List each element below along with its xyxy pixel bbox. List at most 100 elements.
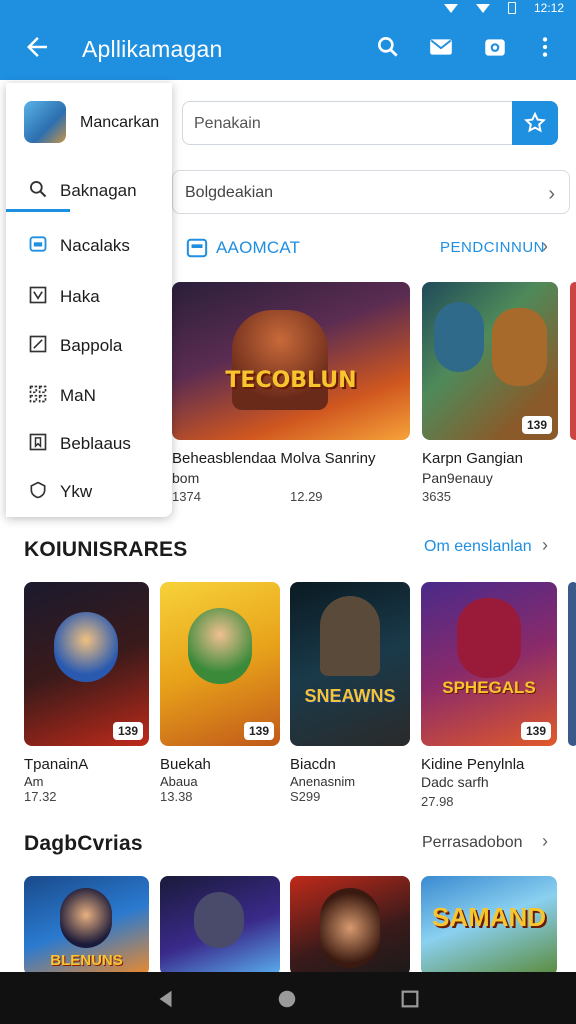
mail-icon[interactable]: [428, 34, 454, 60]
search-bar[interactable]: Penakain: [182, 101, 558, 145]
more-vert-icon[interactable]: [532, 34, 558, 60]
drawer-header-label: Mancarkan: [80, 114, 160, 131]
game-title: Kidine Penylnla: [421, 756, 525, 773]
game-count: S299: [290, 789, 321, 804]
wifi-icon: [475, 3, 490, 13]
game-card[interactable]: SAMAND: [421, 876, 557, 972]
drawer-item-bookmark[interactable]: Beblaaus: [6, 421, 172, 465]
game-count: 17.32: [24, 789, 57, 804]
game-card[interactable]: [160, 876, 280, 972]
drawer-item-search[interactable]: Baknagan: [6, 168, 172, 212]
section-icon: [186, 238, 208, 258]
grid-icon: [29, 385, 47, 403]
game-card[interactable]: 139: [160, 582, 280, 746]
game-card-featured[interactable]: TECOBLUN: [172, 282, 410, 440]
search-input[interactable]: Penakain: [194, 115, 261, 133]
edit-box-icon: [29, 335, 47, 353]
chevron-right-icon[interactable]: ›: [542, 831, 548, 852]
character-art: [320, 888, 380, 968]
character-art: [434, 302, 484, 372]
status-bar: 12:12: [0, 0, 576, 18]
game-art-title: SAMAND: [431, 902, 547, 932]
nav-back-icon[interactable]: [155, 988, 177, 1010]
game-card[interactable]: [290, 876, 410, 972]
drawer-item-check[interactable]: Haka: [6, 274, 172, 318]
game-art-title: TECOBLUN: [225, 368, 357, 393]
drawer-item-label: Haka: [60, 287, 100, 306]
navigation-drawer: Mancarkan Baknagan Nacalaks Haka Bappola…: [6, 83, 172, 517]
game-card[interactable]: SNEAWNS: [290, 582, 410, 746]
star-icon: [524, 111, 546, 133]
chevron-right-icon: ›: [548, 183, 555, 205]
section2-link[interactable]: Om eenslanlan: [424, 538, 532, 556]
store-icon: [29, 236, 47, 252]
character-art: [492, 308, 547, 386]
game-title: Karpn Gangian: [422, 450, 523, 467]
back-arrow-icon[interactable]: [22, 32, 52, 62]
battery-icon: [507, 2, 516, 14]
check-box-icon: [29, 286, 47, 304]
hero-art: [232, 310, 328, 410]
drawer-item-label: Beblaaus: [60, 434, 131, 453]
rating-badge: 139: [520, 722, 551, 740]
game-title: Beheasblendaa Molva Sanriny: [172, 450, 376, 467]
status-time: 12:12: [533, 1, 564, 15]
drawer-item-shield[interactable]: Ykw: [6, 469, 172, 513]
category-row[interactable]: Bolgdeakian ›: [172, 170, 570, 214]
drawer-item-edit[interactable]: Bappola: [6, 323, 172, 367]
game-card[interactable]: SPHEGALS 139: [421, 582, 557, 746]
app-title: Apllikamagan: [82, 36, 223, 62]
character-art: [188, 608, 252, 684]
app-bar: Apllikamagan: [0, 18, 576, 80]
character-art: [60, 888, 112, 948]
game-count: 13.38: [160, 789, 193, 804]
game-title: Biacdn: [290, 756, 336, 773]
rating-badge: 139: [243, 722, 274, 740]
chevron-right-icon[interactable]: ›: [542, 535, 548, 556]
section1-title: AAOMCAT: [216, 238, 301, 257]
game-subtitle: Pan9enauy: [422, 470, 493, 486]
rating-badge: 139: [521, 416, 552, 434]
game-title: Buekah: [160, 756, 211, 773]
game-art-title: BLENUNS: [50, 952, 123, 969]
app-avatar[interactable]: [24, 101, 66, 143]
game-card[interactable]: 139: [24, 582, 149, 746]
drawer-item-label: Ykw: [60, 482, 93, 501]
category-label: Bolgdeakian: [185, 184, 274, 201]
section1-link[interactable]: PENDCINNUN: [440, 239, 545, 256]
drawer-item-store[interactable]: Nacalaks: [6, 223, 172, 267]
section3-title: DagbCvrias: [24, 832, 143, 855]
nav-home-icon[interactable]: [276, 988, 298, 1010]
active-indicator: [6, 209, 70, 212]
character-art: [54, 612, 118, 682]
game-count: 27.98: [421, 794, 454, 809]
rating-badge: 139: [112, 722, 143, 740]
chevron-right-icon[interactable]: ›: [542, 236, 548, 257]
nav-recents-icon[interactable]: [399, 988, 421, 1010]
search-icon[interactable]: [375, 34, 401, 60]
shield-icon: [30, 481, 46, 499]
section3-link[interactable]: Perrasadobon: [422, 834, 523, 852]
game-card-peek[interactable]: [570, 282, 576, 440]
search-icon: [30, 181, 47, 198]
system-nav-bar: [0, 972, 576, 1024]
game-card-peek[interactable]: [568, 582, 576, 746]
camera-icon[interactable]: [482, 34, 508, 60]
search-button[interactable]: [512, 101, 558, 145]
game-subtitle: Am: [24, 774, 44, 789]
drawer-item-label: Baknagan: [60, 181, 137, 200]
character-art: [320, 596, 380, 676]
game-art-title: SNEAWNS: [304, 686, 396, 706]
game-count: 1374: [172, 489, 201, 504]
character-art: [194, 892, 244, 948]
game-card[interactable]: BLENUNS: [24, 876, 149, 972]
game-subtitle: bom: [172, 470, 200, 486]
game-count: 3635: [422, 489, 451, 504]
drawer-item-label: Bappola: [60, 336, 123, 355]
drawer-item-grid[interactable]: MaN: [6, 373, 172, 417]
bookmark-box-icon: [29, 433, 47, 451]
game-card[interactable]: 139: [422, 282, 558, 440]
game-art-title: SPHEGALS: [442, 678, 536, 697]
game-title: TpanainA: [24, 756, 89, 773]
signal-icon: [443, 3, 458, 13]
